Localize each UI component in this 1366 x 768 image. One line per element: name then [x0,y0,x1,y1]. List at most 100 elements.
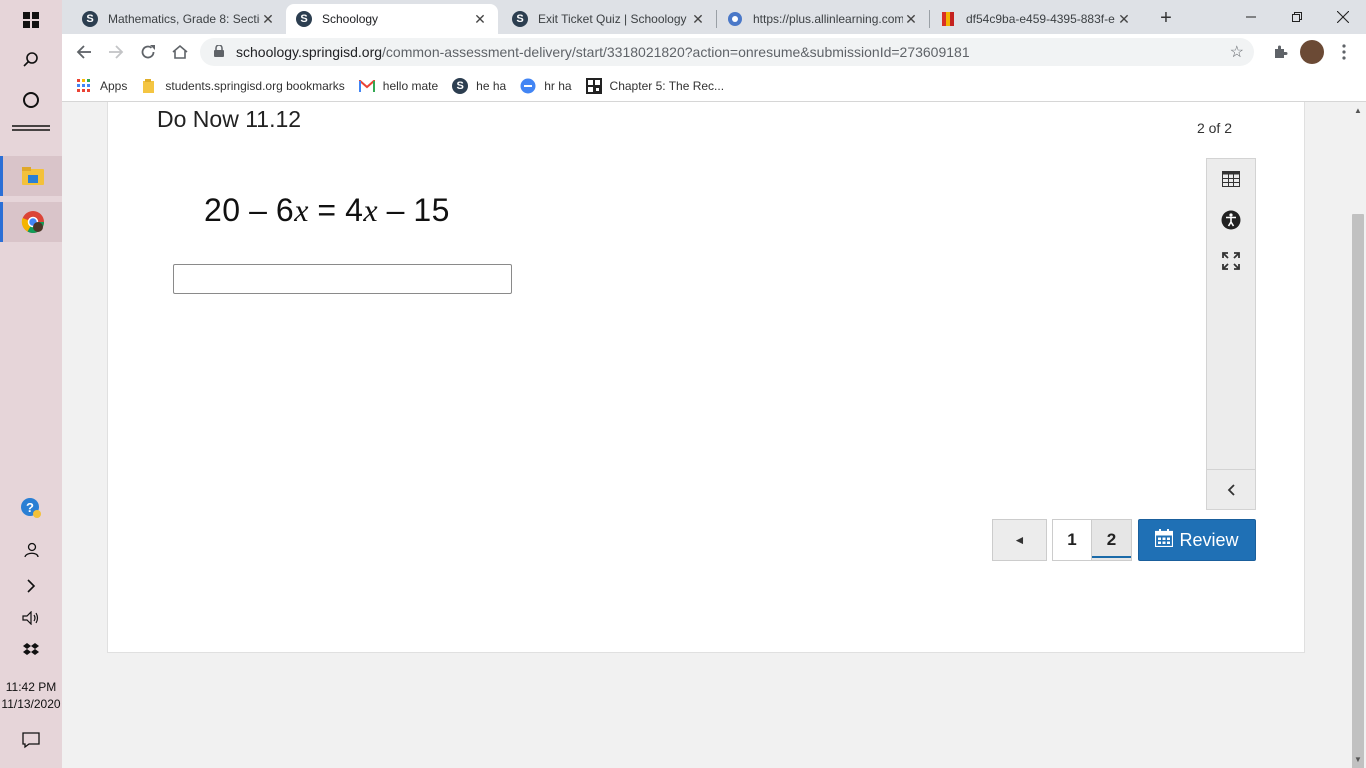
previous-page-button[interactable]: ◄ [992,519,1047,561]
tab-schoology[interactable]: S Schoology ✕ [286,4,498,34]
eq-coefficient: 6 [275,192,295,228]
eq-minus: – [386,192,405,228]
reload-button[interactable] [134,38,162,66]
calendar-icon [1155,528,1174,552]
extensions-icon[interactable] [1268,40,1292,64]
question-equation: 20 – 6x = 4x – 15 [204,192,450,229]
url-path: /common-assessment-delivery/start/331802… [382,44,970,60]
eq-variable: x [294,192,309,228]
restore-button[interactable] [1274,0,1320,34]
menu-icon[interactable] [1332,40,1356,64]
tab-title: df54c9ba-e459-4395-883f-e [966,12,1115,26]
svg-text:?: ? [26,500,34,515]
review-button[interactable]: Review [1138,519,1256,561]
tab-allinlearning[interactable]: https://plus.allinlearning.com ✕ [717,4,929,34]
dropbox-icon[interactable] [0,638,62,662]
bookmark-label: hello mate [382,78,439,93]
schoology-icon: S [512,11,528,27]
tab-strip: S Mathematics, Grade 8: Sectio ✕ S Schoo… [62,0,1366,34]
windows-taskbar: ? 11:42 PM 11/13/2020 [0,0,62,768]
eq-equals: = [317,192,337,228]
chrome-icon[interactable] [0,202,62,242]
bookmark-label: students.springisd.org bookmarks [165,78,345,93]
bookmark-hello-mate[interactable]: hello mate [358,78,439,94]
fullscreen-icon[interactable] [1207,243,1255,279]
notification-icon[interactable] [0,726,62,754]
answer-input[interactable] [173,264,512,294]
eq-variable: x [363,192,379,228]
bookmark-hr-ha[interactable]: hr ha [520,78,572,94]
qr-icon [585,77,602,94]
close-icon[interactable]: ✕ [472,11,488,28]
scrollbar-thumb[interactable] [1352,214,1364,768]
bookmarks-bar: Apps students.springisd.org bookmarks he… [62,70,1366,102]
scroll-up-icon[interactable]: ▲ [1354,106,1362,115]
new-tab-button[interactable]: + [1152,4,1180,32]
bookmark-chapter-5[interactable]: Chapter 5: The Rec... [585,77,724,94]
review-label: Review [1179,529,1239,550]
page-scrollbar[interactable]: ▲ ▼ [1350,102,1366,768]
bookmark-label: Apps [100,78,128,93]
tab-title: Exit Ticket Quiz | Schoology [538,12,687,26]
back-button[interactable] [70,38,98,66]
schoology-icon: S [296,11,312,27]
schoology-icon: S [452,77,469,94]
document-icon [940,11,956,27]
question-count: 2 of 2 [1196,120,1232,136]
home-button[interactable] [166,38,194,66]
eq-left-number: 20 [204,192,241,228]
close-icon[interactable]: ✕ [260,11,276,28]
close-icon[interactable]: ✕ [690,11,706,28]
tab-document[interactable]: df54c9ba-e459-4395-883f-e ✕ [930,4,1142,34]
forward-button[interactable] [102,38,130,66]
browser-chrome: S Mathematics, Grade 8: Sectio ✕ S Schoo… [62,0,1366,102]
file-explorer-icon[interactable] [0,156,62,196]
folder-icon [141,78,157,94]
bookmark-he-ha[interactable]: S he ha [452,77,507,94]
eq-minus: – [249,192,268,228]
volume-icon[interactable] [0,606,62,630]
assessment-card: Do Now 11.12 2 of 2 20 – 6x = 4x – 15 ◄ … [107,102,1305,653]
gmail-icon [358,78,375,94]
page-2-button[interactable]: 2 [1091,519,1132,561]
scroll-down-icon[interactable]: ▼ [1354,755,1362,764]
tab-mathematics[interactable]: S Mathematics, Grade 8: Sectio ✕ [72,4,286,34]
close-window-button[interactable] [1320,0,1366,34]
eq-coefficient: 4 [345,192,364,228]
profile-avatar[interactable] [1300,40,1324,64]
allinlearning-icon [727,11,743,27]
bookmark-students-folder[interactable]: students.springisd.org bookmarks [141,78,345,94]
calculator-icon[interactable] [1207,161,1255,197]
cortana-icon[interactable] [0,84,62,116]
bookmark-star-icon[interactable]: ☆ [1230,42,1244,62]
url-text: schoology.springisd.org/common-assessmen… [236,44,970,60]
windows-start-icon[interactable] [0,4,62,36]
bookmark-apps[interactable]: Apps [76,78,127,94]
address-bar[interactable]: schoology.springisd.org/common-assessmen… [200,38,1254,66]
assessment-title: Do Now 11.12 [157,106,302,132]
tab-exit-ticket[interactable]: S Exit Ticket Quiz | Schoology ✕ [502,4,716,34]
bookmark-label: he ha [476,78,507,93]
tab-title: Schoology [322,12,379,26]
people-icon[interactable] [0,538,62,562]
clock-time: 11:42 PM [5,680,57,694]
minimize-button[interactable] [1228,0,1274,34]
search-icon[interactable] [0,44,62,76]
browser-toolbar: schoology.springisd.org/common-assessmen… [62,34,1366,70]
chevron-left-icon [1227,483,1235,496]
tool-panel [1206,158,1256,510]
chevron-right-icon[interactable] [0,574,62,598]
collapse-panel-button[interactable] [1207,469,1255,509]
close-icon[interactable]: ✕ [1116,11,1132,28]
lock-icon[interactable] [214,43,230,60]
taskbar-clock[interactable]: 11:42 PM 11/13/2020 [0,679,62,713]
tab-title: Mathematics, Grade 8: Sectio [108,12,260,26]
page-content: Do Now 11.12 2 of 2 20 – 6x = 4x – 15 ◄ … [62,102,1350,768]
page-1-button[interactable]: 1 [1052,519,1092,561]
task-view-icon[interactable] [0,120,62,136]
accessibility-icon[interactable] [1207,202,1255,238]
help-icon[interactable]: ? [0,494,62,522]
bookmark-label: hr ha [544,78,572,93]
schoology-icon: S [82,11,98,27]
close-icon[interactable]: ✕ [903,11,919,28]
